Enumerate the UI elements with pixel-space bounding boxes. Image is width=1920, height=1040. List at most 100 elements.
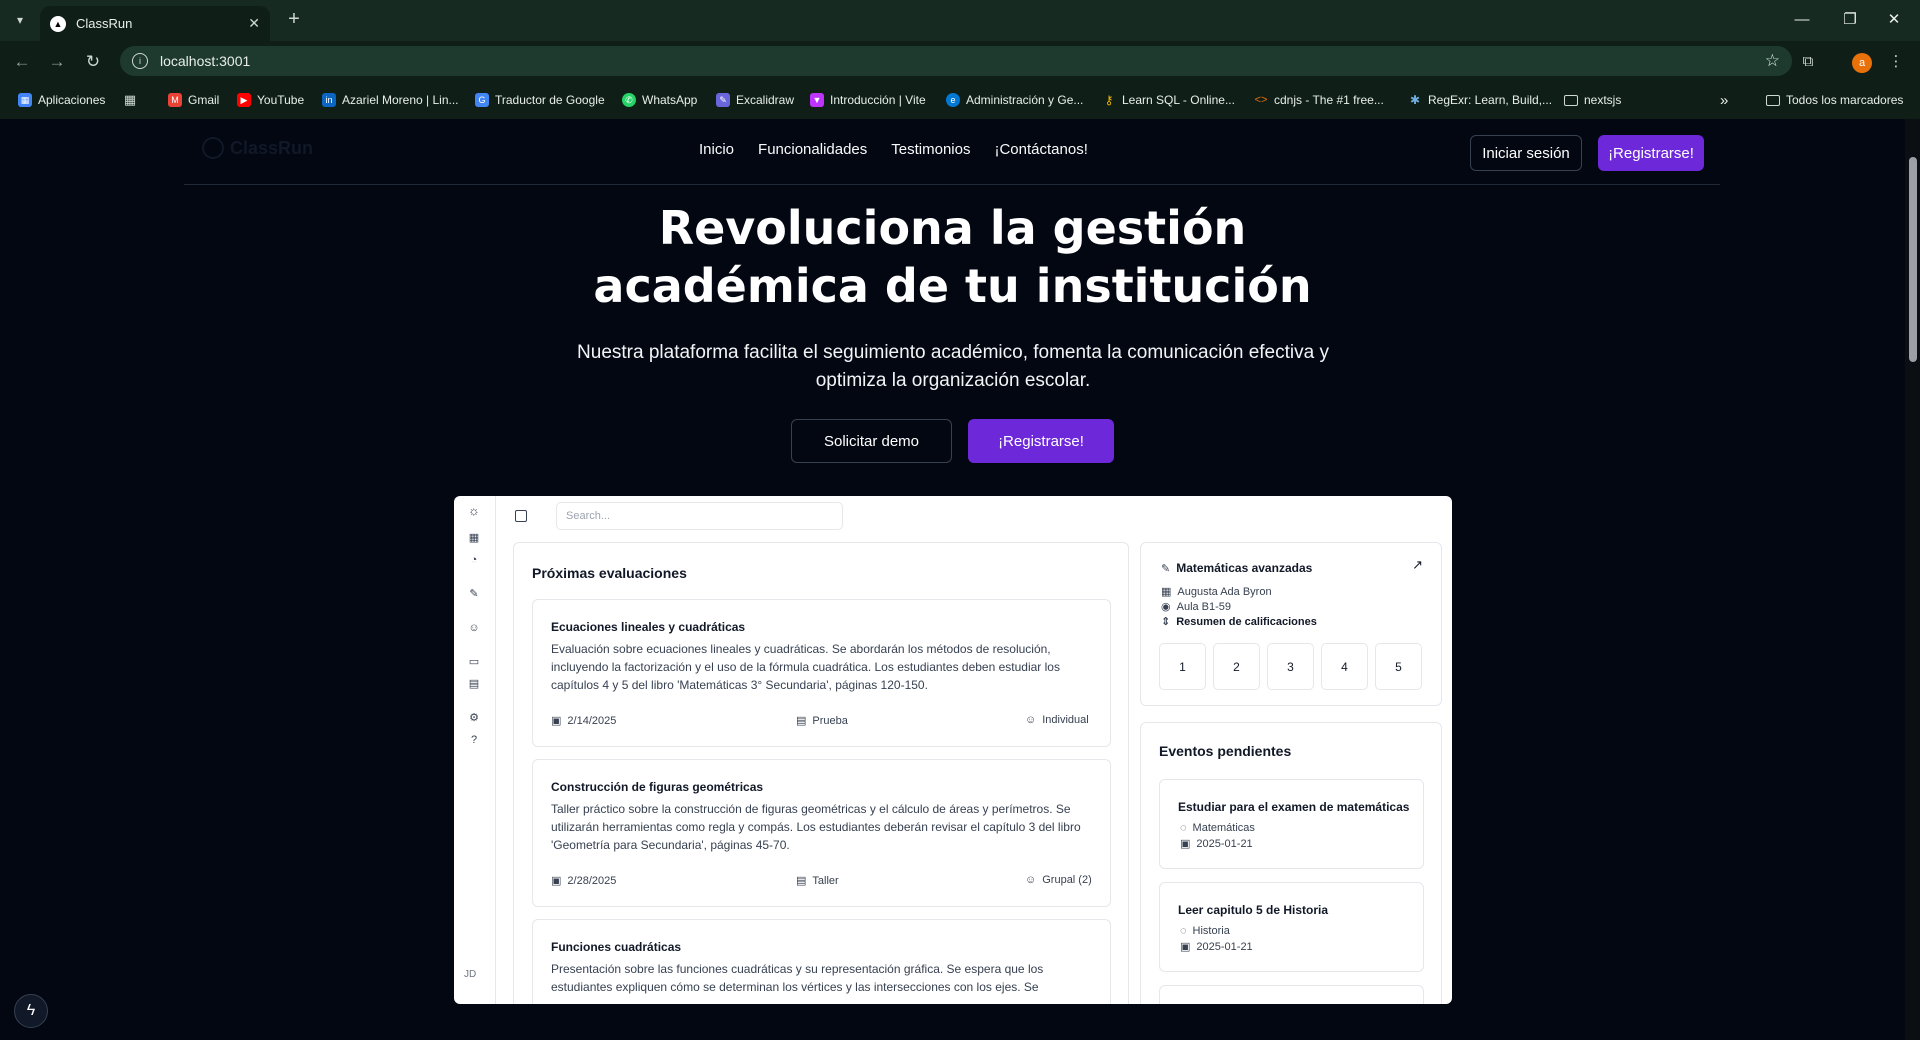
- dashboard-icon[interactable]: ▦: [467, 531, 481, 545]
- register-nav-button[interactable]: ¡Registrarse!: [1598, 135, 1704, 171]
- bookmark-star-icon[interactable]: ☆: [1765, 51, 1780, 71]
- site-logo[interactable]: ClassRun: [202, 137, 313, 159]
- address-bar[interactable]: i localhost:3001 ☆: [120, 46, 1792, 76]
- more-bookmarks-icon[interactable]: »: [1720, 91, 1728, 109]
- grade-box[interactable]: 5: [1375, 643, 1422, 690]
- nav-link-inicio[interactable]: Inicio: [699, 141, 734, 158]
- bookmark-item[interactable]: M Gmail: [168, 91, 219, 109]
- new-tab-icon[interactable]: +: [282, 8, 306, 32]
- external-link-icon[interactable]: ↗: [1412, 557, 1423, 573]
- bookmark-item[interactable]: ✎ Excalidraw: [716, 91, 794, 109]
- all-bookmarks-folder[interactable]: Todos los marcadores: [1766, 91, 1903, 109]
- grade-box[interactable]: 3: [1267, 643, 1314, 690]
- evaluation-type: ▤ Taller: [796, 874, 839, 888]
- request-demo-button[interactable]: Solicitar demo: [791, 419, 952, 463]
- subject-teacher: ▦ Augusta Ada Byron: [1161, 585, 1272, 599]
- all-bookmarks-label: Todos los marcadores: [1786, 93, 1904, 107]
- evaluation-title: Funciones cuadráticas: [551, 940, 682, 954]
- clipboard-icon: ▤: [796, 875, 807, 887]
- page-scrollbar[interactable]: [1905, 119, 1920, 1040]
- tools-icon[interactable]: ✎: [467, 587, 481, 601]
- grid-icon: ▦: [123, 92, 137, 107]
- nav-link-contacto[interactable]: ¡Contáctanos!: [994, 141, 1087, 158]
- bookmark-item[interactable]: ▶ YouTube: [237, 91, 304, 109]
- bookmark-item[interactable]: e Administración y Ge...: [946, 91, 1083, 109]
- nav-link-testimonios[interactable]: Testimonios: [891, 141, 970, 158]
- bookmark-item[interactable]: G Traductor de Google: [475, 91, 605, 109]
- evaluation-description: Evaluación sobre ecuaciones lineales y c…: [551, 642, 1060, 692]
- nav-link-funcionalidades[interactable]: Funcionalidades: [758, 141, 867, 158]
- bookmark-item[interactable]: in Azariel Moreno | Lin...: [322, 91, 459, 109]
- grade-box[interactable]: 1: [1159, 643, 1206, 690]
- bookmark-item[interactable]: ✱ RegExr: Learn, Build,...: [1408, 91, 1552, 109]
- loader-icon: ◌: [1180, 925, 1187, 937]
- bookmark-item[interactable]: ✆ WhatsApp: [622, 91, 697, 109]
- calendar-icon: ▣: [551, 715, 562, 727]
- reload-icon[interactable]: ↻: [80, 49, 106, 75]
- browser-tab[interactable]: ▲ ClassRun ✕: [40, 6, 270, 41]
- minimize-icon[interactable]: —: [1782, 6, 1822, 34]
- next-devtools-icon[interactable]: ϟ: [14, 994, 48, 1028]
- site-info-icon[interactable]: i: [132, 53, 148, 69]
- bookmark-item[interactable]: ▼ Introducción | Vite: [810, 91, 926, 109]
- calendar-icon: ▣: [551, 875, 562, 887]
- bookmark-item[interactable]: ▦ Aplicaciones: [18, 91, 105, 109]
- login-button[interactable]: Iniciar sesión: [1470, 135, 1582, 171]
- evaluation-card[interactable]: Construcción de figuras geométricas Tall…: [532, 759, 1111, 907]
- event-date: ▣ 2025-01-21: [1180, 837, 1253, 851]
- hero-subtitle: Nuestra plataforma facilita el seguimien…: [577, 342, 1329, 391]
- browser-menu-icon[interactable]: ⋮: [1885, 51, 1907, 73]
- event-card[interactable]: [1159, 985, 1424, 1004]
- dashboard-search-input[interactable]: Search...: [556, 502, 843, 530]
- book-icon[interactable]: ▭: [467, 655, 481, 669]
- grades-summary-toggle[interactable]: ⇕ Resumen de calificaciones: [1161, 615, 1317, 629]
- close-window-icon[interactable]: ✕: [1874, 6, 1914, 34]
- tab-search-icon[interactable]: ▾: [8, 8, 32, 32]
- event-card[interactable]: Estudiar para el examen de matemáticas ◌…: [1159, 779, 1424, 869]
- subject-panel: ✎ Matemáticas avanzadas ↗ ▦ Augusta Ada By…: [1140, 542, 1442, 706]
- bookmark-item[interactable]: <> cdnjs - The #1 free...: [1254, 91, 1384, 109]
- event-card[interactable]: Leer capitulo 5 de Historia ◌ Historia ▣ 2…: [1159, 882, 1424, 972]
- extensions-icon[interactable]: ⧉: [1797, 51, 1819, 73]
- event-subject-text: Matemáticas: [1192, 822, 1255, 834]
- evaluation-card[interactable]: Funciones cuadráticas Presentación sobre…: [532, 919, 1111, 1004]
- loader-icon: ◌: [1180, 822, 1187, 834]
- scrollbar-thumb[interactable]: [1909, 157, 1917, 362]
- subject-room: ◉ Aula B1-59: [1161, 600, 1232, 614]
- restore-icon[interactable]: ❐: [1830, 6, 1870, 34]
- bookmark-item[interactable]: ▦: [123, 91, 143, 109]
- teacher-text: Augusta Ada Byron: [1177, 585, 1272, 598]
- grade-box[interactable]: 2: [1213, 643, 1260, 690]
- clipboard-icon: ▤: [796, 715, 807, 727]
- calendar-icon: ▣: [1180, 838, 1191, 850]
- bell-icon[interactable]: ◔: [467, 553, 481, 567]
- back-icon[interactable]: ←: [9, 49, 35, 75]
- settings-icon[interactable]: ⚙: [467, 711, 481, 725]
- folder-icon: [1564, 94, 1578, 106]
- bookmark-label: Administración y Ge...: [966, 93, 1084, 107]
- room-text: Aula B1-59: [1176, 600, 1232, 613]
- profile-avatar[interactable]: a: [1852, 53, 1872, 73]
- forward-icon[interactable]: →: [44, 49, 70, 75]
- bookmark-item[interactable]: ⚷ Learn SQL - Online...: [1102, 91, 1235, 109]
- lightbulb-icon[interactable]: ☼: [467, 504, 481, 518]
- bookmark-item[interactable]: nextsjs: [1564, 91, 1621, 109]
- panel-title: Próximas evaluaciones: [532, 565, 687, 581]
- register-hero-button[interactable]: ¡Registrarse!: [968, 419, 1114, 463]
- sidebar-toggle-icon[interactable]: [515, 510, 527, 522]
- grades-label: Resumen de calificaciones: [1176, 615, 1317, 628]
- building-icon: ▦: [1161, 586, 1172, 598]
- archive-icon[interactable]: ▤: [467, 677, 481, 691]
- help-icon[interactable]: ?: [467, 733, 481, 747]
- youtube-icon: ▶: [237, 93, 251, 107]
- close-tab-icon[interactable]: ✕: [248, 15, 260, 32]
- date-text: 2/28/2025: [567, 874, 617, 887]
- user-avatar[interactable]: JD: [464, 969, 476, 980]
- evaluation-card[interactable]: Ecuaciones lineales y cuadráticas Evalua…: [532, 599, 1111, 747]
- evaluation-type: ▤ Prueba: [796, 714, 848, 728]
- panel-title: Eventos pendientes: [1159, 743, 1292, 759]
- event-date-text: 2025-01-21: [1196, 940, 1253, 953]
- url-text[interactable]: localhost:3001: [160, 53, 1765, 69]
- grade-box[interactable]: 4: [1321, 643, 1368, 690]
- users-icon[interactable]: ☺: [467, 621, 481, 635]
